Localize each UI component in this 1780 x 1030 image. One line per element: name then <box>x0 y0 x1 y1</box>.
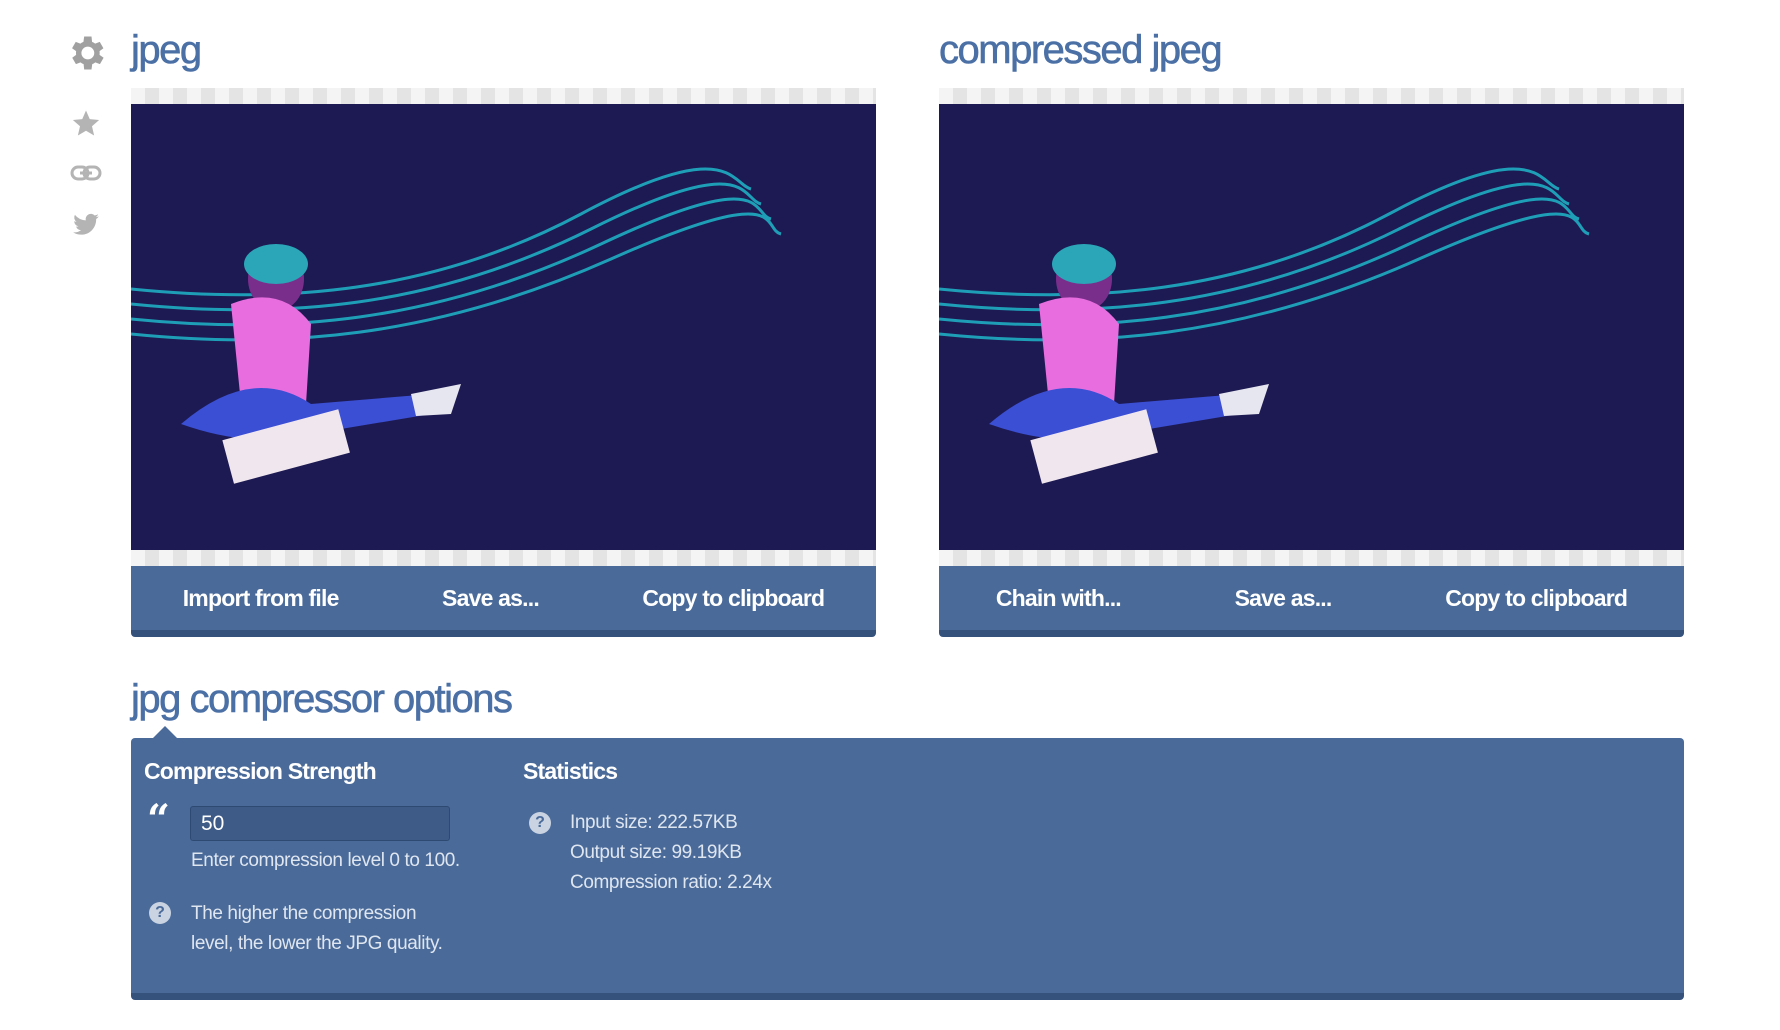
compression-level-input[interactable] <box>190 806 450 841</box>
statistics-heading: Statistics <box>523 758 618 784</box>
compression-hint: Enter compression level 0 to 100. <box>191 850 460 871</box>
output-image <box>939 104 1684 550</box>
copy-to-clipboard-button[interactable]: Copy to clipboard <box>632 577 834 620</box>
input-image <box>131 104 876 550</box>
options-panel: Compression Strength “ Enter compression… <box>131 726 1684 1000</box>
transparency-strip <box>131 88 876 104</box>
copy-to-clipboard-button[interactable]: Copy to clipboard <box>1435 577 1637 620</box>
input-size: Input size: 222.57KB <box>570 812 738 833</box>
transparency-strip <box>131 550 876 566</box>
twitter-icon[interactable] <box>66 205 106 245</box>
import-from-file-button[interactable]: Import from file <box>173 577 349 620</box>
output-panel: Chain with... Save as... Copy to clipboa… <box>939 88 1684 637</box>
save-as-button[interactable]: Save as... <box>432 577 549 620</box>
input-toolbar: Import from file Save as... Copy to clip… <box>131 566 876 637</box>
help-icon[interactable]: ? <box>529 812 551 834</box>
input-title: jpeg <box>131 28 203 73</box>
transparency-strip <box>939 550 1684 566</box>
compression-strength-heading: Compression Strength <box>144 758 377 784</box>
quote-icon: “ <box>147 796 171 843</box>
options-title: jpg compressor options <box>131 677 514 722</box>
star-icon[interactable] <box>66 103 106 143</box>
transparency-strip <box>939 88 1684 104</box>
compression-ratio: Compression ratio: 2.24x <box>570 872 772 893</box>
save-as-button[interactable]: Save as... <box>1225 577 1342 620</box>
gear-icon[interactable] <box>63 30 109 76</box>
help-icon[interactable]: ? <box>149 902 171 924</box>
output-toolbar: Chain with... Save as... Copy to clipboa… <box>939 566 1684 637</box>
panel-notch <box>153 726 177 738</box>
input-panel: Import from file Save as... Copy to clip… <box>131 88 876 637</box>
chain-with-button[interactable]: Chain with... <box>986 577 1131 620</box>
link-icon[interactable] <box>66 153 106 193</box>
compression-help-line1: The higher the compression <box>191 903 417 924</box>
output-size: Output size: 99.19KB <box>570 842 742 863</box>
compression-help-line2: level, the lower the JPG quality. <box>191 933 443 954</box>
output-title: compressed jpeg <box>939 28 1223 73</box>
